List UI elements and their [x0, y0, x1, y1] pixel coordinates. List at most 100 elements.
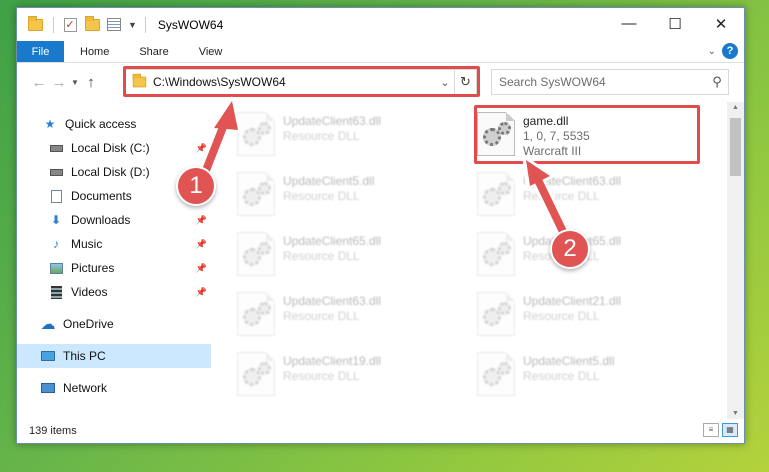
maximize-button[interactable]: ☐	[652, 8, 698, 39]
dll-file-icon	[237, 292, 275, 336]
step-2-badge: 2	[550, 229, 590, 269]
pin-icon[interactable]: 📌	[196, 215, 207, 226]
title-bar: ✓ ▼ SysWOW64 — ☐ ✕	[17, 8, 744, 41]
forward-arrow-icon[interactable]: →	[49, 74, 69, 91]
file-name: UpdateClient19.dll	[283, 354, 382, 368]
sidebar-item-downloads[interactable]: ⬇ Downloads 📌	[17, 208, 211, 232]
quick-access-toolbar: ✓ ▼ SysWOW64	[17, 8, 223, 41]
list-item[interactable]: UpdateClient5.dll Resource DLL	[477, 350, 697, 402]
back-arrow-icon[interactable]: ←	[29, 74, 49, 91]
window-title: SysWOW64	[157, 17, 224, 32]
dll-file-icon	[477, 292, 515, 336]
sidebar-item-label: This PC	[63, 349, 106, 363]
sidebar-item-label: Local Disk (D:)	[71, 165, 150, 179]
file-name: UpdateClient65.dll	[283, 234, 382, 248]
toolbar-divider	[53, 16, 54, 33]
tiles-view-icon[interactable]: ▦	[722, 423, 738, 437]
pin-icon[interactable]: 📌	[196, 239, 207, 250]
list-item[interactable]: UpdateClient63.dll Resource DLL	[477, 170, 697, 222]
vertical-scrollbar[interactable]: ▲ ▼	[727, 102, 744, 419]
details-view-icon[interactable]: ≡	[703, 423, 719, 437]
network-icon	[41, 381, 55, 395]
title-divider	[144, 16, 146, 33]
recent-locations-icon[interactable]: ▼	[69, 78, 81, 87]
sidebar-item-label: Pictures	[71, 261, 115, 275]
list-item[interactable]: UpdateClient5.dll Resource DLL	[237, 170, 457, 222]
sidebar-item-label: Videos	[71, 285, 108, 299]
window-controls: — ☐ ✕	[606, 8, 744, 39]
file-list: UpdateClient63.dll Resource DLL UpdateCli…	[211, 102, 744, 419]
file-type: Resource DLL	[283, 309, 360, 323]
disk-icon	[49, 141, 63, 155]
file-type: Resource DLL	[283, 249, 360, 263]
search-icon[interactable]: ⚲	[706, 74, 728, 90]
tab-home[interactable]: Home	[64, 41, 123, 62]
help-icon[interactable]: ?	[722, 43, 738, 59]
sidebar-item-label: Local Disk (C:)	[71, 141, 150, 155]
sidebar-item-pictures[interactable]: Pictures 📌	[17, 256, 211, 280]
file-name: UpdateClient21.dll	[523, 294, 622, 308]
item-count: 139 items	[29, 424, 77, 437]
sidebar-item-label: Music	[71, 237, 103, 251]
close-button[interactable]: ✕	[698, 8, 744, 39]
tab-file[interactable]: File	[17, 41, 64, 62]
ribbon-right: ⌄ ?	[708, 43, 738, 59]
minimize-button[interactable]: —	[606, 8, 652, 39]
sidebar-item-label: Network	[63, 381, 108, 395]
sidebar-item-music[interactable]: ♪ Music 📌	[17, 232, 211, 256]
sidebar-item-quick-access[interactable]: ★ Quick access	[17, 112, 211, 136]
list-item[interactable]: UpdateClient63.dll Resource DLL	[237, 290, 457, 342]
navigation-pane: ★ Quick access Local Disk (C:) 📌 Local D…	[17, 102, 211, 419]
file-type: Resource DLL	[523, 369, 600, 383]
sidebar-item-label: OneDrive	[63, 317, 114, 331]
file-name: UpdateClient63.dll	[283, 114, 382, 128]
tab-share[interactable]: Share	[123, 41, 182, 62]
sidebar-item-label: Quick access	[65, 117, 137, 131]
dll-file-icon	[237, 172, 275, 216]
sidebar-item-videos[interactable]: Videos 📌	[17, 280, 211, 304]
view-buttons: ≡ ▦	[700, 423, 738, 437]
pin-icon[interactable]: 📌	[196, 287, 207, 298]
expand-ribbon-icon[interactable]: ⌄	[708, 46, 716, 57]
file-name: UpdateClient5.dll	[283, 174, 375, 188]
customize-toolbar-icon[interactable]: ▼	[128, 20, 137, 30]
dll-file-icon	[237, 112, 275, 156]
scrollbar-thumb[interactable]	[730, 118, 741, 176]
checklist-icon[interactable]: ✓	[62, 17, 78, 33]
explorer-window: ✓ ▼ SysWOW64 — ☐ ✕ File Home Share View …	[16, 7, 745, 444]
properties-icon[interactable]	[106, 17, 122, 33]
sidebar-item-label: Documents	[71, 189, 132, 203]
pin-icon[interactable]: 📌	[196, 263, 207, 274]
dll-file-icon	[477, 352, 515, 396]
status-bar: 139 items ≡ ▦	[17, 418, 744, 443]
scroll-up-icon[interactable]: ▲	[727, 104, 744, 111]
list-item[interactable]: UpdateClient65.dllResource DLL	[237, 230, 457, 282]
sidebar-item-local-disk-c[interactable]: Local Disk (C:) 📌	[17, 136, 211, 160]
sidebar-item-network[interactable]: Network	[17, 376, 211, 400]
new-folder-icon[interactable]	[84, 15, 100, 33]
list-item[interactable]: UpdateClient19.dll Resource DLL	[237, 350, 457, 402]
file-type: Resource DLL	[523, 309, 600, 323]
dll-file-icon	[477, 172, 515, 216]
folder-icon	[27, 15, 43, 33]
file-name: UpdateClient63.dll	[283, 294, 382, 308]
sidebar-item-label: Downloads	[71, 213, 131, 227]
sidebar-item-this-pc[interactable]: This PC	[17, 344, 211, 368]
search-placeholder: Search SysWOW64	[499, 75, 606, 89]
navigation-bar: ← → ▼ ↑ C:\Windows\SysWOW64 ⌄ ↻ Search S…	[17, 63, 744, 101]
list-item[interactable]: UpdateClient63.dll Resource DLL	[237, 110, 457, 162]
cloud-icon: ☁	[40, 316, 56, 333]
downloads-icon: ⬇	[50, 213, 62, 227]
file-name: UpdateClient5.dll	[523, 354, 615, 368]
tab-view[interactable]: View	[183, 41, 237, 62]
pin-icon[interactable]: 📌	[196, 143, 207, 154]
up-arrow-icon[interactable]: ↑	[81, 74, 101, 91]
file-type: Resource DLL	[523, 189, 600, 203]
dll-file-icon	[237, 352, 275, 396]
search-input[interactable]: Search SysWOW64 ⚲	[491, 69, 729, 95]
scroll-down-icon[interactable]: ▼	[727, 410, 744, 417]
sidebar-item-onedrive[interactable]: ☁ OneDrive	[17, 312, 211, 336]
list-item[interactable]: UpdateClient21.dll Resource DLL	[477, 290, 697, 342]
music-icon: ♪	[53, 237, 59, 251]
file-type: Resource DLL	[283, 129, 360, 143]
